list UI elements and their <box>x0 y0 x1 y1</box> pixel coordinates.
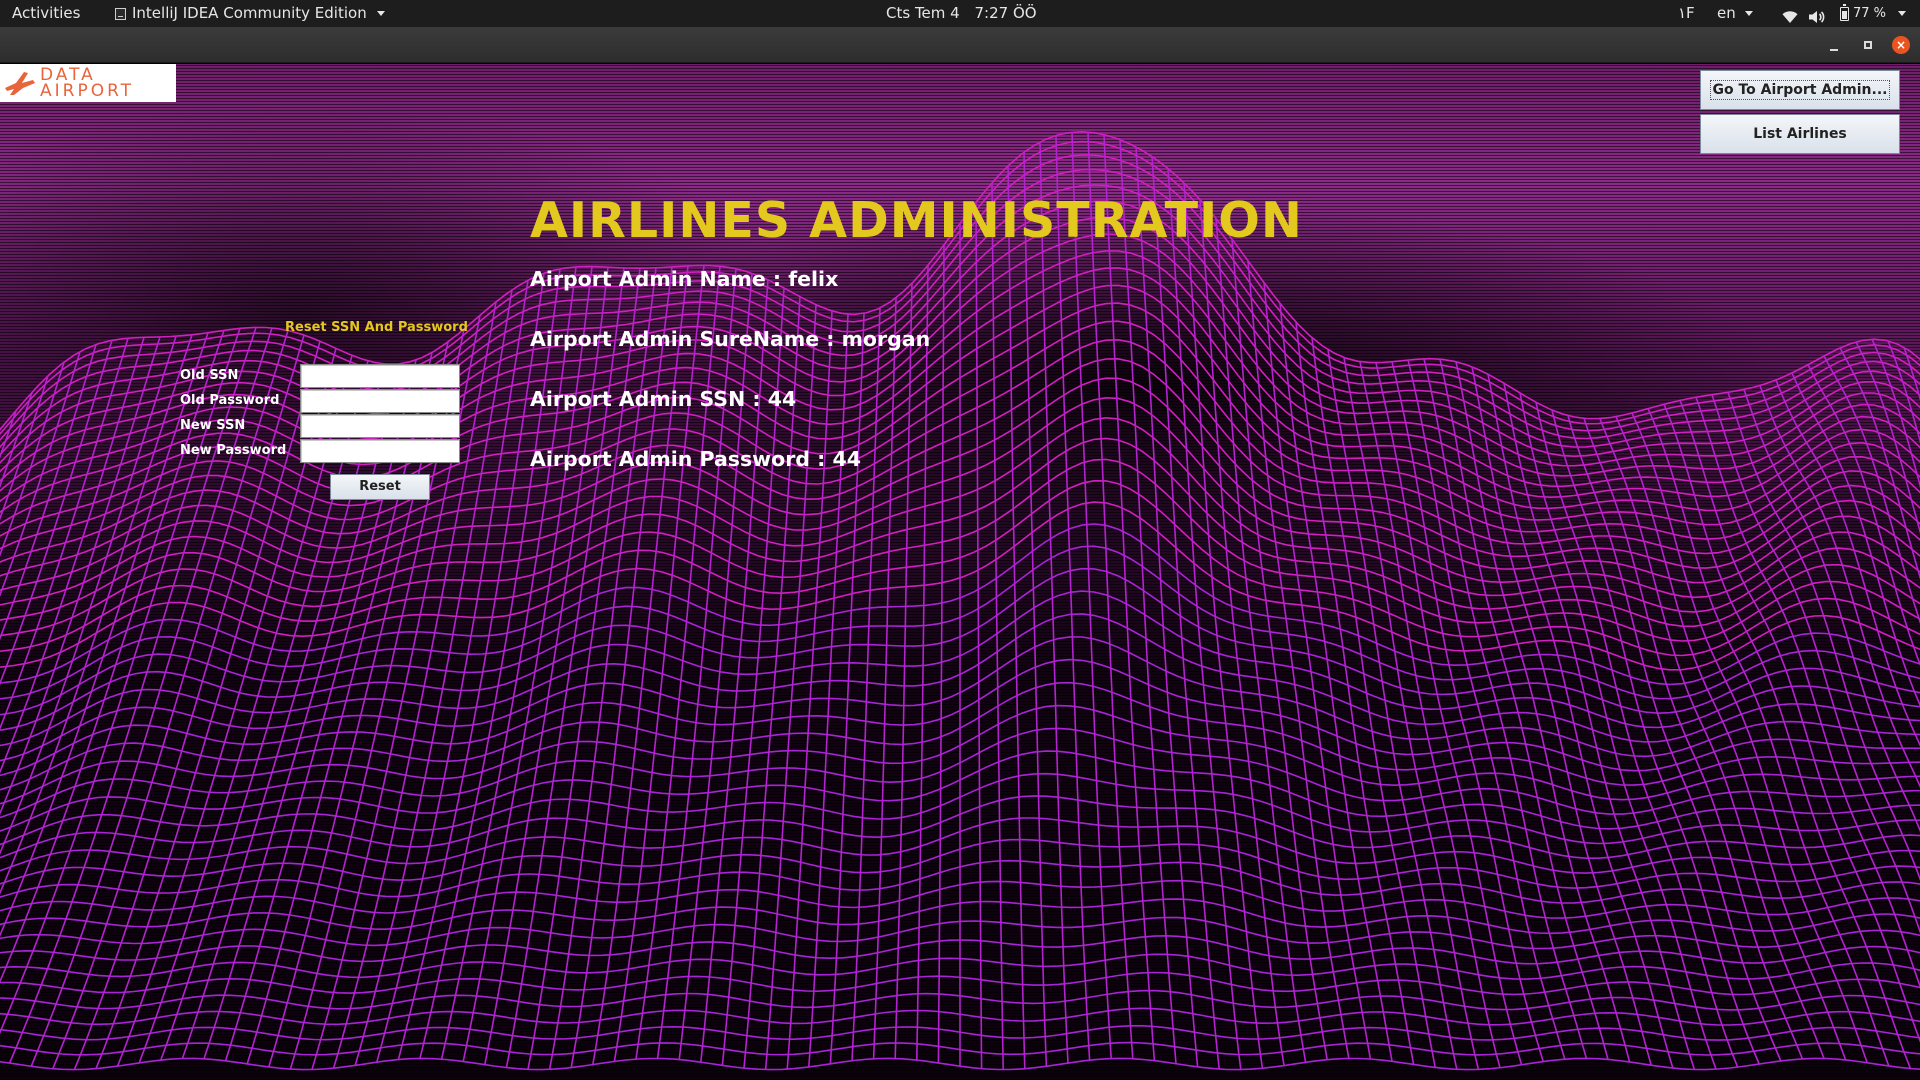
window-titlebar[interactable]: × <box>0 27 1920 63</box>
chevron-down-icon <box>376 11 385 16</box>
mesh-line <box>743 296 801 1069</box>
new-ssn-label: New SSN <box>180 418 246 433</box>
mesh-line <box>975 202 983 1069</box>
mesh-line <box>1167 168 1242 1070</box>
logo-line-airport: AIRPORT <box>40 81 135 101</box>
mesh-line <box>160 360 369 1061</box>
admin-surename: Airport Admin SureName : morgan <box>530 327 931 351</box>
data-airport-logo: DATA AIRPORT <box>0 64 176 102</box>
page-title: AIRLINES ADMINISTRATION <box>530 192 1303 249</box>
reset-button[interactable]: Reset <box>330 474 430 500</box>
old-password-field[interactable] <box>300 389 460 413</box>
clock-date: Cts Tem 4 <box>886 4 960 22</box>
admin-name: Airport Admin Name : felix <box>530 267 839 291</box>
mesh-line <box>894 283 913 1059</box>
mesh-line <box>0 344 97 641</box>
battery-indicator[interactable]: 77 % <box>1840 0 1907 27</box>
admin-ssn: Airport Admin SSN : 44 <box>530 387 797 411</box>
mesh-line <box>1343 357 1480 1070</box>
battery-percent: 77 % <box>1853 6 1887 21</box>
mesh-line <box>808 314 849 1068</box>
battery-icon <box>1840 3 1849 21</box>
mesh-line <box>0 392 33 489</box>
minimize-icon[interactable] <box>1825 36 1843 54</box>
mesh-line <box>440 266 577 1060</box>
language-label: en <box>1717 4 1736 22</box>
go-to-airport-admin-button[interactable]: Go To Airport Admin... <box>1700 70 1900 110</box>
clock-time: 7:27 ÖÖ <box>974 4 1037 22</box>
workspace-indicator[interactable]: ۱F <box>1678 0 1695 27</box>
mesh-line <box>1551 409 1760 1065</box>
chevron-down-icon <box>1898 11 1907 16</box>
old-ssn-field[interactable] <box>300 364 460 388</box>
mesh-line <box>851 307 881 1061</box>
app-menu-label: IntelliJ IDEA Community Edition <box>132 4 367 22</box>
old-password-label: Old Password <box>180 393 280 408</box>
mesh-line <box>0 332 209 938</box>
app-menu[interactable]: IntelliJ IDEA Community Edition <box>115 0 385 27</box>
logo-text: DATA AIRPORT <box>40 67 135 101</box>
new-password-field[interactable] <box>300 439 460 463</box>
old-ssn-label: Old SSN <box>180 368 239 383</box>
new-password-label: New Password <box>180 443 287 458</box>
wifi-icon[interactable] <box>1782 6 1798 23</box>
mesh-line <box>1279 303 1393 1062</box>
mesh-line <box>1455 361 1631 1063</box>
mesh-line <box>916 265 929 1061</box>
mesh-line <box>0 351 81 598</box>
mesh-line <box>1119 139 1177 1064</box>
mesh-line <box>829 313 865 1064</box>
close-icon[interactable]: × <box>1892 36 1910 54</box>
volume-icon[interactable] <box>1808 6 1826 23</box>
mesh-line <box>1055 135 1091 1061</box>
app-icon <box>115 7 126 20</box>
chevron-down-icon <box>1744 11 1753 16</box>
go-to-airport-admin-label: Go To Airport Admin... <box>1709 80 1891 100</box>
airplane-icon <box>5 72 35 95</box>
activities-button[interactable]: Activities <box>12 0 80 27</box>
admin-password: Airport Admin Password : 44 <box>530 447 861 471</box>
list-airlines-button[interactable]: List Airlines <box>1700 114 1900 154</box>
mesh-line <box>1631 412 1868 1063</box>
reset-form-title: Reset SSN And Password <box>285 320 468 335</box>
maximize-icon[interactable] <box>1859 36 1877 54</box>
clock[interactable]: Cts Tem 4 7:27 ÖÖ <box>886 0 1047 27</box>
new-ssn-field[interactable] <box>300 414 460 438</box>
app-window: DATA AIRPORT Go To Airport Admin... List… <box>0 64 1920 1080</box>
language-selector[interactable]: en <box>1717 0 1753 27</box>
mesh-line <box>1615 416 1847 1061</box>
top-bar: Activities IntelliJ IDEA Community Editi… <box>0 0 1920 27</box>
